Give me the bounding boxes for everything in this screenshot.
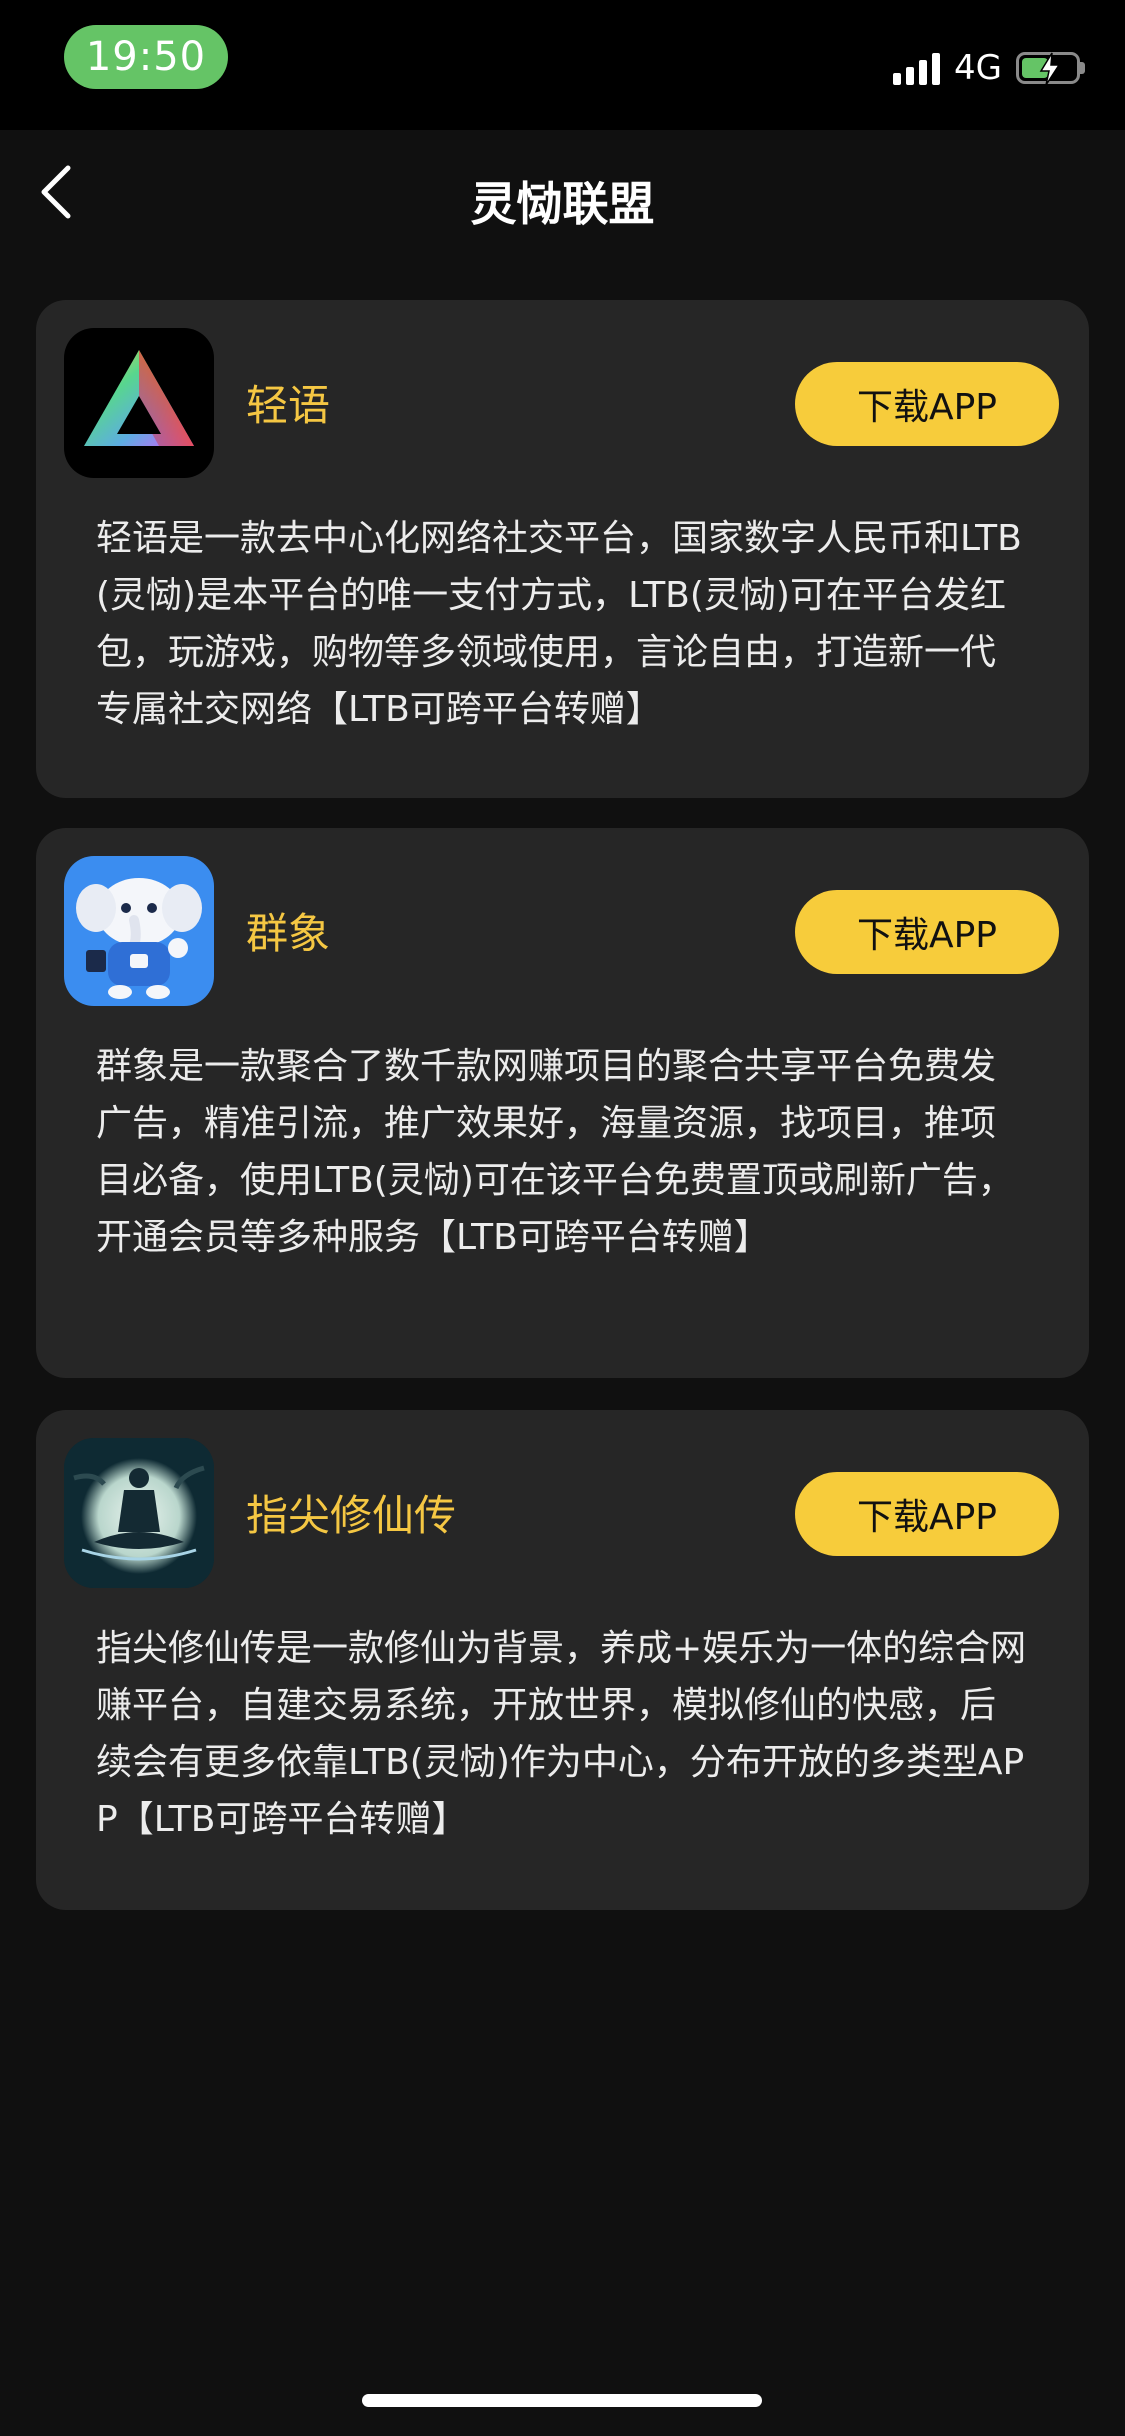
status-indicators: 4G bbox=[893, 44, 1085, 92]
download-app-button[interactable]: 下载APP bbox=[795, 890, 1059, 974]
app-description: 指尖修仙传是一款修仙为背景，养成+娱乐为一体的综合网赚平台，自建交易系统，开放世… bbox=[96, 1628, 1027, 1840]
app-card-qingyu: 轻语 下载APP 轻语是一款去中心化网络社交平台，国家数字人民币和LTB(灵恸)… bbox=[36, 300, 1089, 798]
status-time: 19:50 bbox=[64, 25, 228, 89]
app-name: 指尖修仙传 bbox=[246, 1491, 457, 1540]
status-bar: 19:50 4G bbox=[0, 0, 1125, 130]
download-app-button[interactable]: 下载APP bbox=[795, 362, 1059, 446]
app-name: 群象 bbox=[246, 909, 331, 958]
battery-icon bbox=[1016, 52, 1085, 86]
prism-triangle-icon bbox=[64, 328, 214, 478]
network-type: 4G bbox=[954, 48, 1002, 88]
app-card-zhijian: 指尖修仙传 下载APP 指尖修仙传是一款修仙为背景，养成+娱乐为一体的综合网赚平… bbox=[36, 1410, 1089, 1910]
app-card-qunxiang: 群象 下载APP 群象是一款聚合了数千款网赚项目的聚合共享平台免费发广告，精准引… bbox=[36, 828, 1089, 1378]
page-title: 灵恸联盟 bbox=[470, 177, 655, 231]
app-description: 轻语是一款去中心化网络社交平台，国家数字人民币和LTB(灵恸)是本平台的唯一支付… bbox=[96, 518, 1022, 730]
elephant-mascot-icon bbox=[64, 856, 214, 1006]
app-name: 轻语 bbox=[246, 381, 331, 430]
meditating-immortal-icon bbox=[64, 1438, 214, 1588]
home-indicator[interactable] bbox=[362, 2394, 762, 2407]
app-description: 群象是一款聚合了数千款网赚项目的聚合共享平台免费发广告，精准引流，推广效果好，海… bbox=[96, 1046, 1014, 1258]
nav-bar: 灵恸联盟 bbox=[0, 130, 1125, 260]
cellular-signal-icon bbox=[893, 51, 941, 85]
download-app-button[interactable]: 下载APP bbox=[795, 1472, 1059, 1556]
